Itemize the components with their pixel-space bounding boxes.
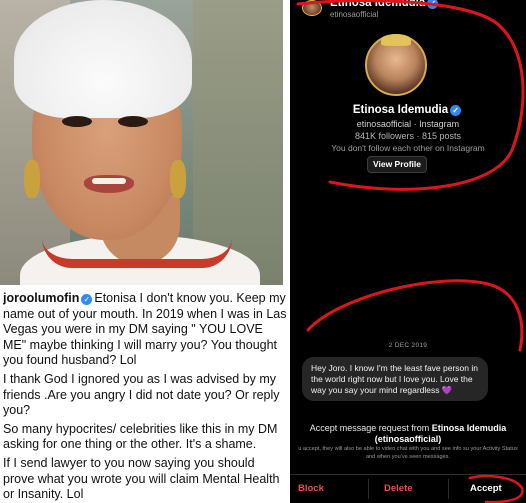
comment-paragraph-3: So many hypocrites/ celebrities like thi… [3, 421, 278, 452]
instagram-dm-screen: Etinosa Idemudia ✓ etinosaofficial Etinos… [290, 0, 526, 503]
coral-beads-necklace [42, 238, 232, 268]
comment-paragraph-2: I thank God I ignored you as I was advis… [3, 371, 280, 418]
comment-username[interactable]: joroolumofin [3, 291, 79, 305]
red-annotation-upper [296, 0, 525, 191]
photo-eye-left [62, 116, 92, 127]
white-headwrap [14, 0, 192, 118]
earring-left [24, 160, 40, 198]
earring-right [170, 160, 186, 198]
comment-paragraph-1: joroolumofin ✓ Etonisa I don't know you. K… [3, 291, 287, 369]
red-annotation-lower [306, 279, 524, 352]
comment-paragraph-4: If I send lawyer to you now saying you s… [3, 455, 280, 502]
red-annotation-curves [296, 0, 525, 503]
red-annotation-accept [468, 474, 524, 503]
photo-teeth [92, 178, 126, 184]
photo-eye-right [118, 116, 148, 127]
profile-photo [0, 0, 283, 285]
instagram-comment: joroolumofin ✓ Etonisa I don't know you. K… [3, 291, 287, 503]
verified-badge-icon: ✓ [81, 294, 93, 305]
